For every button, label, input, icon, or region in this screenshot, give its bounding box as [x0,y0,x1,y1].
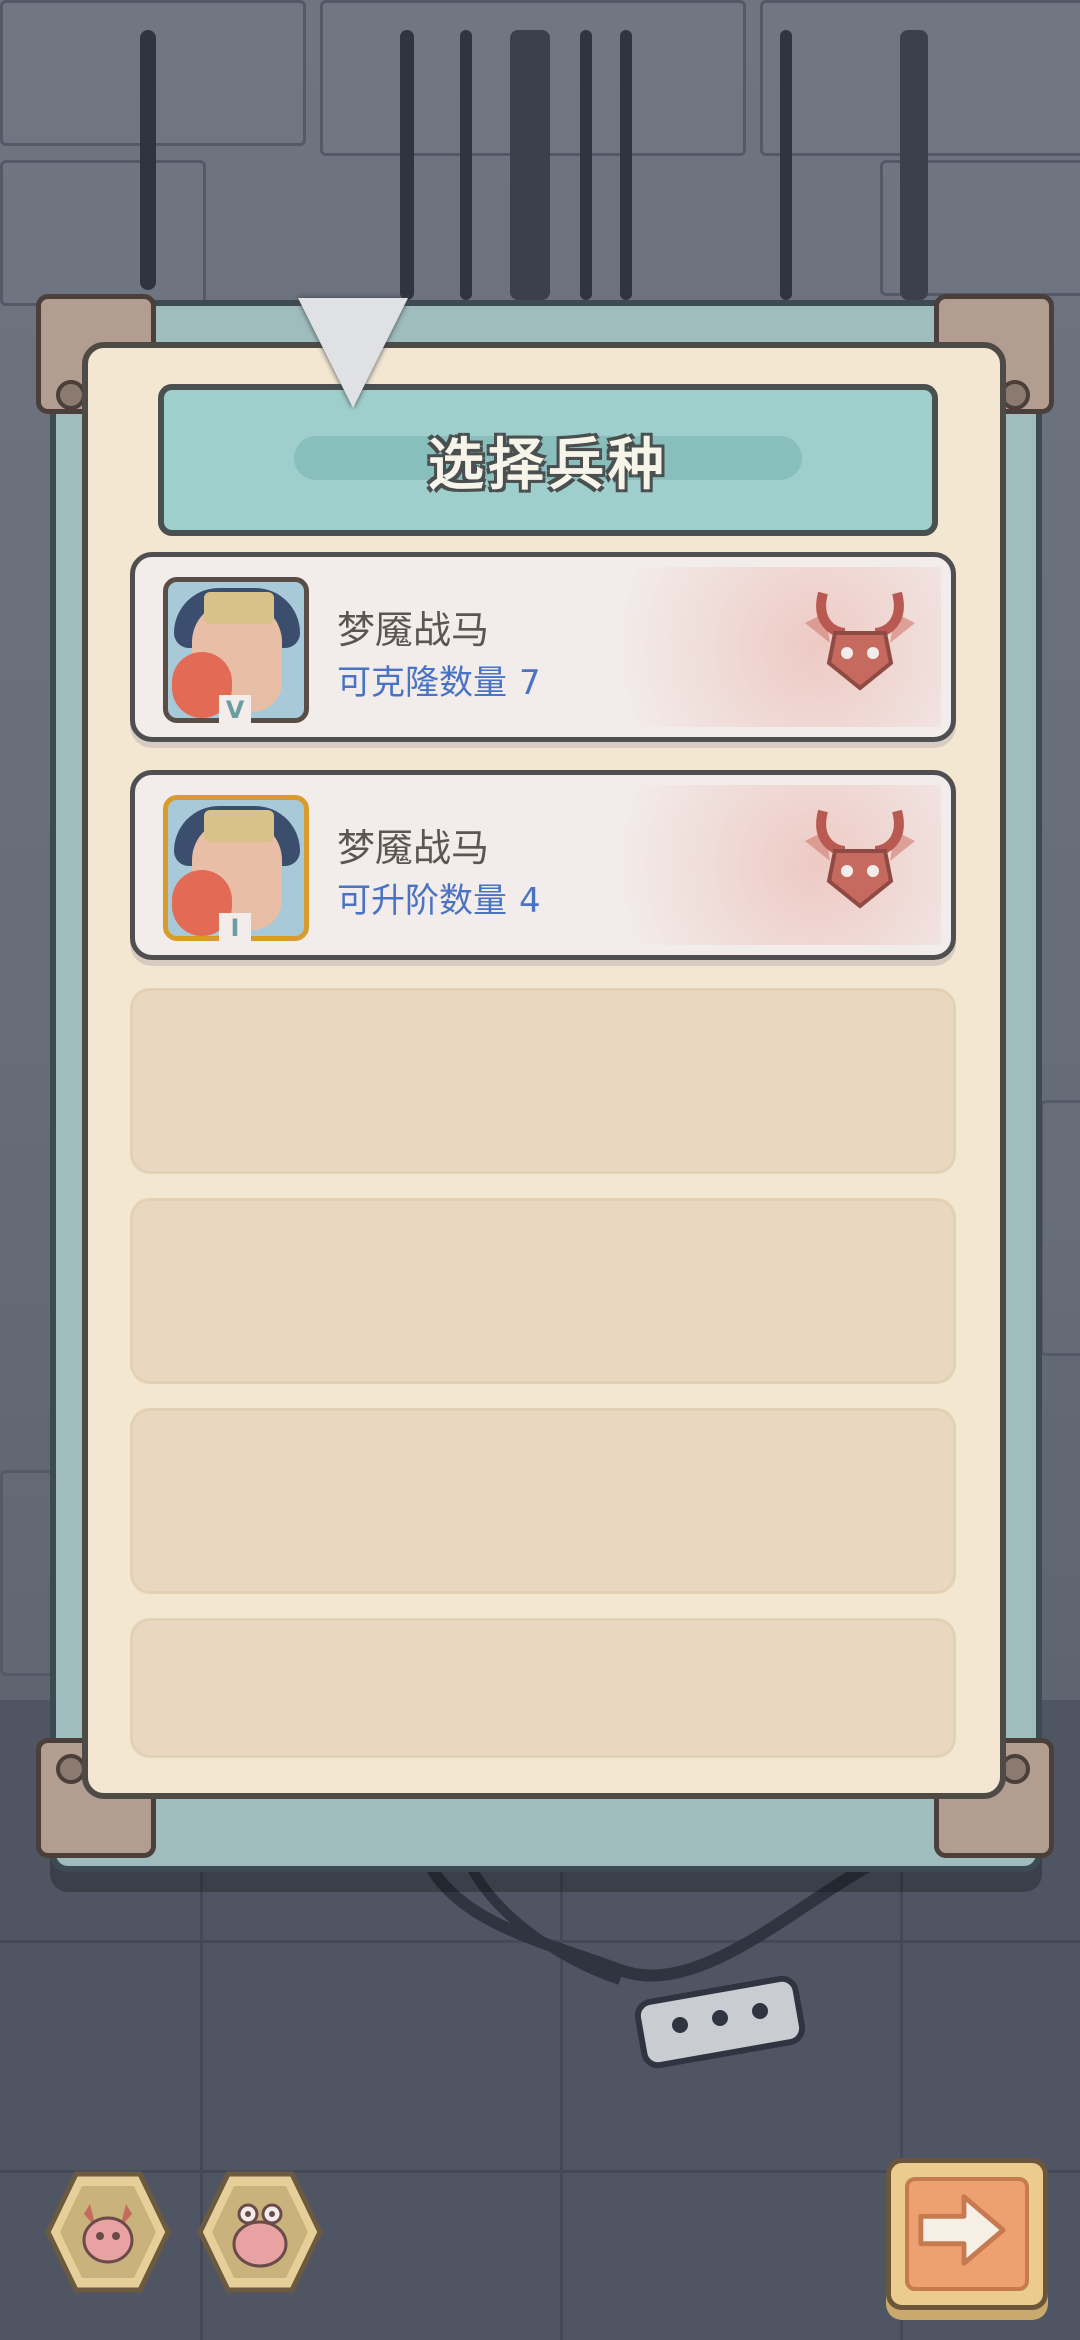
floor-cable-and-power-strip [414,1840,883,2069]
cable [510,30,550,300]
demon-bull-icon [805,809,915,909]
pointer-triangle-icon [298,298,408,408]
unit-card-1[interactable]: V 梦魇战马 可克隆数量 7 [130,552,956,742]
cable [580,30,592,300]
unit-stat-label: 可克隆数量 [337,663,507,703]
rank-badge: I [219,913,251,943]
page-title: 选择兵种 [428,432,668,498]
next-button-face [905,2177,1029,2291]
empty-slot [130,1198,956,1384]
unit-name: 梦魇战马 [337,826,490,870]
wall-brick [0,160,206,306]
title-bar: 选择兵种 [158,384,938,536]
wall-brick [1040,1100,1080,1356]
next-button[interactable] [886,2158,1048,2310]
cable [900,30,928,300]
portrait-crown [204,810,274,842]
portrait-crown [204,592,274,624]
empty-slot [130,1408,956,1594]
empty-slot [130,1618,956,1758]
unit-stat-value: 4 [519,881,541,921]
unit-stat-value: 7 [519,663,541,703]
demon-bull-icon [805,591,915,691]
unit-stat: 可升阶数量 4 [337,873,541,922]
cable [620,30,632,300]
demon-faction-filter-button[interactable] [44,2170,172,2294]
unit-card-2[interactable]: I 梦魇战马 可升阶数量 4 [130,770,956,960]
empty-slot [130,988,956,1174]
cable [400,30,414,300]
cable [140,30,156,290]
cable [780,30,792,300]
alien-faction-filter-button[interactable] [196,2170,324,2294]
unit-stat-label: 可升阶数量 [337,881,507,921]
arrow-right-icon [918,2194,1006,2266]
unit-list: V 梦魇战马 可克隆数量 7 I 梦魇战马 可升阶数量 4 [130,552,956,1758]
cable [460,30,472,300]
unit-name: 梦魇战马 [337,608,490,652]
rank-badge: V [219,695,251,725]
unit-stat: 可克隆数量 7 [337,655,541,704]
